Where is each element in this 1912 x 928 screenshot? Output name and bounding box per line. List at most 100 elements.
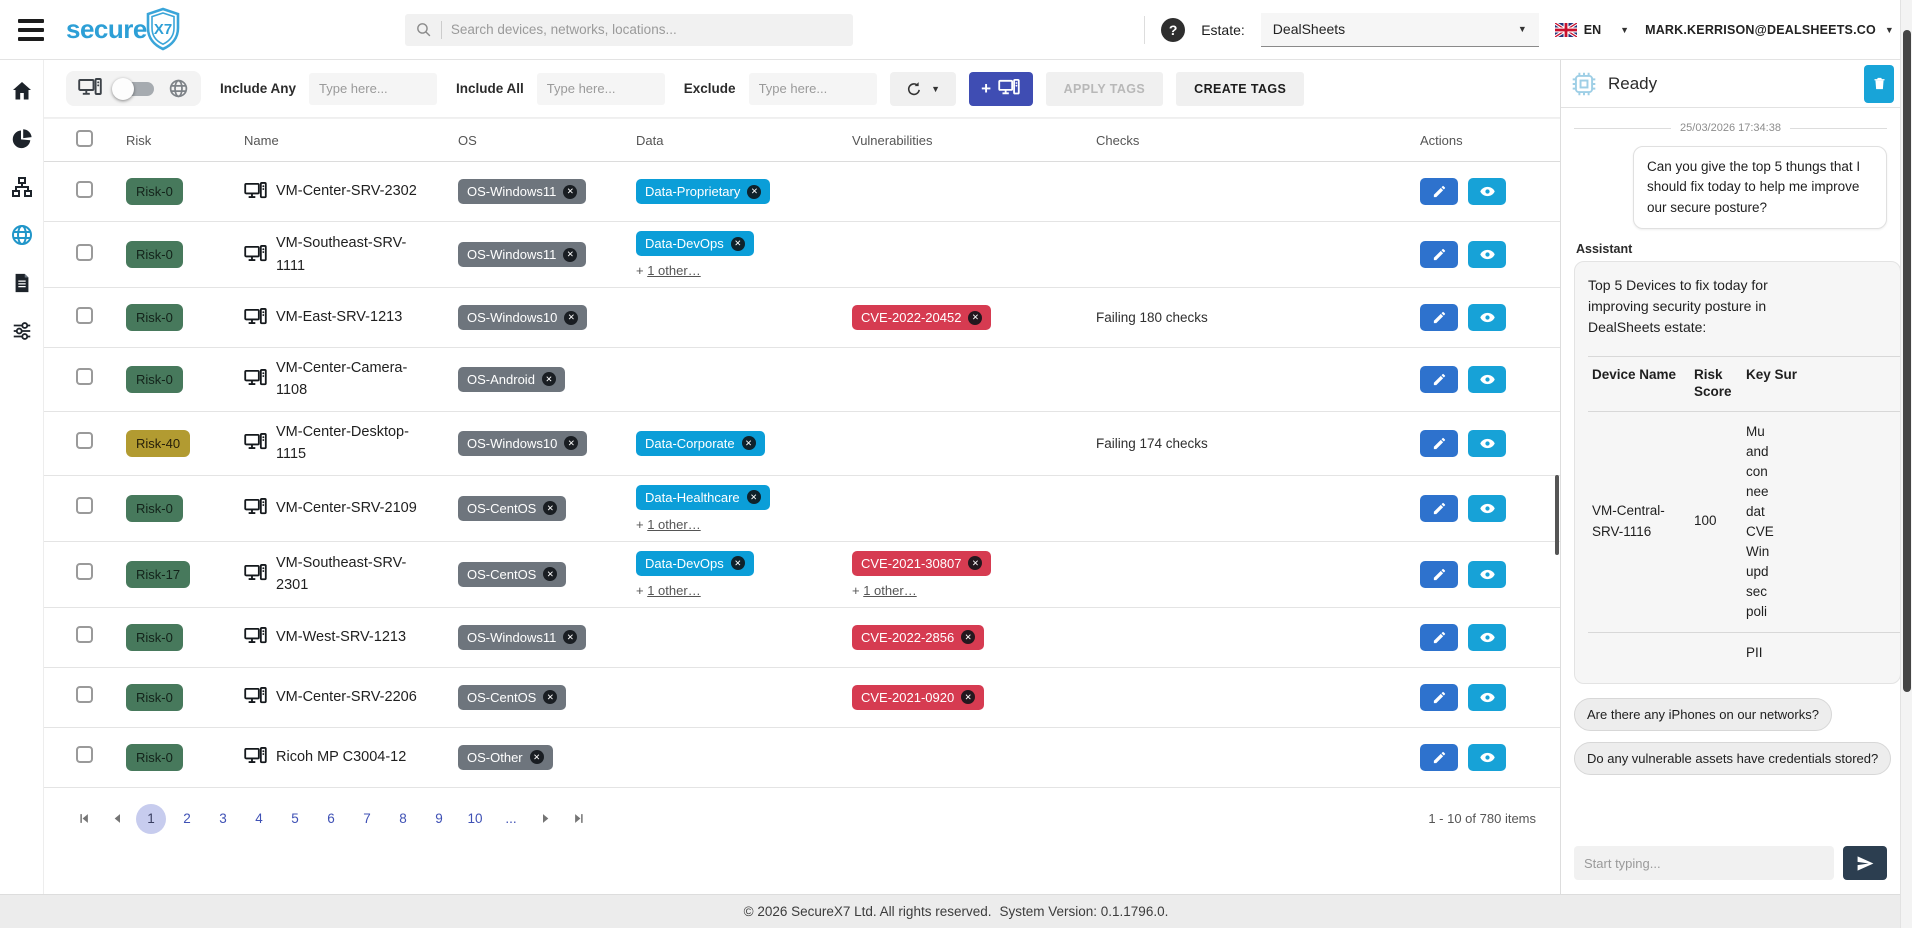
page-button-6[interactable]: 6 — [316, 804, 346, 834]
page-button-1[interactable]: 1 — [136, 804, 166, 834]
suggestion-chip[interactable]: Do any vulnerable assets have credential… — [1574, 742, 1891, 775]
page-button-7[interactable]: 7 — [352, 804, 382, 834]
remove-tag-icon[interactable]: ✕ — [543, 501, 557, 515]
refresh-button[interactable]: ▼ — [890, 72, 956, 106]
exclude-input[interactable] — [749, 73, 877, 105]
row-checkbox[interactable] — [76, 244, 93, 261]
remove-tag-icon[interactable]: ✕ — [543, 690, 557, 704]
row-checkbox[interactable] — [76, 432, 93, 449]
edit-button[interactable] — [1420, 241, 1458, 268]
create-tags-button[interactable]: CREATE TAGS — [1176, 72, 1304, 106]
sidebar-item-analytics[interactable] — [9, 128, 35, 154]
row-checkbox[interactable] — [76, 368, 93, 385]
sidebar-item-settings[interactable] — [9, 320, 35, 346]
sidebar-item-reports[interactable] — [9, 272, 35, 298]
more-tags-link[interactable]: + 1 other… — [636, 517, 701, 532]
view-button[interactable] — [1468, 744, 1506, 771]
language-select[interactable]: EN ▼ — [1555, 23, 1629, 37]
more-tags-link[interactable]: + 1 other… — [636, 263, 701, 278]
page-button-8[interactable]: 8 — [388, 804, 418, 834]
view-button[interactable] — [1468, 241, 1506, 268]
send-button[interactable] — [1843, 846, 1887, 880]
window-scrollbar[interactable] — [1900, 0, 1912, 928]
edit-button[interactable] — [1420, 495, 1458, 522]
remove-tag-icon[interactable]: ✕ — [564, 436, 578, 450]
remove-tag-icon[interactable]: ✕ — [731, 237, 745, 251]
select-all-checkbox[interactable] — [76, 130, 93, 147]
row-checkbox[interactable] — [76, 563, 93, 580]
page-button-9[interactable]: 9 — [424, 804, 454, 834]
toggle-switch[interactable] — [116, 82, 154, 96]
edit-button[interactable] — [1420, 178, 1458, 205]
row-checkbox[interactable] — [76, 626, 93, 643]
remove-tag-icon[interactable]: ✕ — [563, 185, 577, 199]
include-any-input[interactable] — [309, 73, 437, 105]
search-input[interactable] — [451, 22, 843, 37]
row-checkbox[interactable] — [76, 307, 93, 324]
view-button[interactable] — [1468, 366, 1506, 393]
device-network-toggle[interactable] — [66, 71, 201, 106]
row-checkbox[interactable] — [76, 181, 93, 198]
chat-input[interactable] — [1574, 846, 1834, 880]
edit-button[interactable] — [1420, 430, 1458, 457]
remove-tag-icon[interactable]: ✕ — [968, 556, 982, 570]
window-scrollbar-thumb[interactable] — [1903, 30, 1911, 692]
last-page-icon[interactable] — [564, 804, 594, 834]
suggestion-chip[interactable]: Are there any iPhones on our networks? — [1574, 698, 1832, 731]
row-checkbox[interactable] — [76, 746, 93, 763]
page-button-3[interactable]: 3 — [208, 804, 238, 834]
remove-tag-icon[interactable]: ✕ — [747, 490, 761, 504]
hamburger-menu-icon[interactable] — [18, 19, 44, 41]
edit-button[interactable] — [1420, 304, 1458, 331]
clear-chat-button[interactable] — [1864, 65, 1894, 103]
app-logo[interactable]: secure X7 — [66, 5, 183, 54]
help-icon[interactable]: ? — [1161, 18, 1185, 42]
next-page-icon[interactable] — [530, 804, 560, 834]
more-tags-link[interactable]: + 1 other… — [852, 583, 917, 598]
view-button[interactable] — [1468, 624, 1506, 651]
view-button[interactable] — [1468, 495, 1506, 522]
remove-tag-icon[interactable]: ✕ — [542, 372, 556, 386]
sidebar-item-network[interactable] — [9, 176, 35, 202]
remove-tag-icon[interactable]: ✕ — [563, 630, 577, 644]
page-button-2[interactable]: 2 — [172, 804, 202, 834]
prev-page-icon[interactable] — [102, 804, 132, 834]
view-button[interactable] — [1468, 178, 1506, 205]
main-scrollbar-thumb[interactable] — [1555, 475, 1559, 555]
estate-select[interactable]: DealSheets ▼ — [1261, 13, 1539, 47]
remove-tag-icon[interactable]: ✕ — [747, 185, 761, 199]
include-all-input[interactable] — [537, 73, 665, 105]
remove-tag-icon[interactable]: ✕ — [731, 556, 745, 570]
page-button-4[interactable]: 4 — [244, 804, 274, 834]
row-checkbox[interactable] — [76, 497, 93, 514]
remove-tag-icon[interactable]: ✕ — [563, 248, 577, 262]
remove-tag-icon[interactable]: ✕ — [530, 750, 544, 764]
page-button-10[interactable]: 10 — [460, 804, 490, 834]
more-tags-link[interactable]: + 1 other… — [636, 583, 701, 598]
view-button[interactable] — [1468, 304, 1506, 331]
edit-button[interactable] — [1420, 366, 1458, 393]
remove-tag-icon[interactable]: ✕ — [968, 311, 982, 325]
remove-tag-icon[interactable]: ✕ — [543, 567, 557, 581]
edit-button[interactable] — [1420, 684, 1458, 711]
edit-button[interactable] — [1420, 624, 1458, 651]
first-page-icon[interactable] — [68, 804, 98, 834]
user-menu[interactable]: MARK.KERRISON@DEALSHEETS.CO ▼ — [1645, 23, 1894, 37]
page-button-...[interactable]: ... — [496, 804, 526, 834]
view-button[interactable] — [1468, 561, 1506, 588]
remove-tag-icon[interactable]: ✕ — [961, 630, 975, 644]
remove-tag-icon[interactable]: ✕ — [564, 311, 578, 325]
edit-button[interactable] — [1420, 561, 1458, 588]
sidebar-item-devices[interactable] — [9, 224, 35, 250]
row-checkbox[interactable] — [76, 686, 93, 703]
chat-timestamp: 25/03/2026 17:34:38 — [1680, 122, 1781, 134]
remove-tag-icon[interactable]: ✕ — [742, 436, 756, 450]
view-button[interactable] — [1468, 430, 1506, 457]
edit-button[interactable] — [1420, 744, 1458, 771]
page-button-5[interactable]: 5 — [280, 804, 310, 834]
view-button[interactable] — [1468, 684, 1506, 711]
apply-tags-button[interactable]: APPLY TAGS — [1046, 72, 1164, 106]
sidebar-item-home[interactable] — [9, 80, 35, 106]
add-device-button[interactable]: + — [969, 72, 1033, 106]
remove-tag-icon[interactable]: ✕ — [961, 690, 975, 704]
